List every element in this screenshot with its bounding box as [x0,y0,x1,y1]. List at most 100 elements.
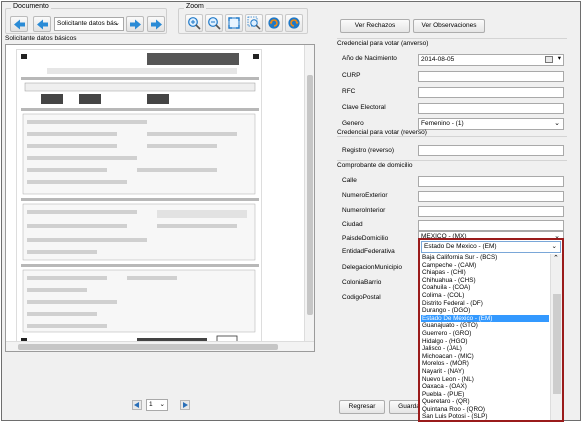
viewer-horizontal-scrollbar[interactable] [6,341,314,351]
dropdown-option[interactable]: Baja California Sur - (BCS) [421,254,549,262]
zoom-label: Zoom [184,3,206,10]
dropdown-option[interactable]: Quintana Roo - (QRO) [421,406,549,414]
rfc-field[interactable] [418,87,564,98]
triangle-left-icon [134,402,139,408]
dropdown-option[interactable]: Jalisco - (JAL) [421,345,549,353]
field-label: DelegacionMunicipio [342,264,402,271]
dropdown-scrollbar[interactable]: ⌃ [550,254,562,420]
last-document-button[interactable] [147,16,165,32]
viewer-vertical-scrollbar[interactable] [304,45,314,351]
first-document-button[interactable] [10,16,28,32]
dropdown-option[interactable]: Chihuahua - (CHS) [421,277,549,285]
arrow-right-icon [150,19,162,29]
field-label: Año de Nacimiento [342,55,397,62]
divider [337,160,567,161]
genero-select[interactable]: Femenino - (1) ⌄ [418,118,564,130]
credencial-anverso-title: Credencial para votar (anverso) [337,40,429,47]
scanned-form-illustration [21,53,259,345]
dropdown-option[interactable]: Campeche - (CAM) [421,262,549,270]
scrollbar-thumb[interactable] [553,294,561,394]
arrow-left-icon [13,19,25,29]
dropdown-option[interactable]: Nayarit - (NAY) [421,368,549,376]
entidad-federativa-dropdown[interactable]: Estado De Mexico - (EM) ⌄ Baja Californi… [418,238,564,422]
dropdown-option[interactable]: Hidalgo - (HGO) [421,338,549,346]
divider [337,136,567,137]
document-select-value: Solicitante datos bás [57,20,117,27]
scrollbar-thumb[interactable] [18,344,278,350]
dropdown-option[interactable]: San Luis Potosi - (SLP) [421,413,549,420]
document-viewer[interactable] [5,44,315,352]
dropdown-option[interactable]: Coahuila - (COA) [421,284,549,292]
page-select[interactable]: 1 ⌄ [146,399,168,411]
curp-field[interactable] [418,71,564,82]
zoom-out-button[interactable] [205,14,223,32]
fecha-nacimiento-picker[interactable]: 2014-08-05 ▾ [418,54,564,66]
field-label: NumeroExterior [342,192,388,199]
zoom-selection-icon [247,16,261,30]
ver-rechazos-button[interactable]: Ver Rechazos [340,19,410,33]
rotate-left-button[interactable] [265,14,283,32]
calendar-icon[interactable] [545,56,553,63]
dropdown-option[interactable]: Guanajuato - (GTO) [421,322,549,330]
field-label: Calle [342,177,357,184]
arrow-right-icon [129,19,141,29]
next-page-button[interactable] [180,400,190,410]
documento-label: Documento [11,3,51,10]
chevron-up-icon[interactable]: ⌃ [553,254,559,262]
rotate-right-button[interactable] [285,14,303,32]
app-window: Documento Solicitante datos bás ⌄ Zoom S… [1,1,581,422]
arrow-left-icon [36,19,48,29]
previous-page-button[interactable] [132,400,142,410]
rotate-right-icon [288,17,300,29]
field-label: Registro (reverso) [342,147,395,154]
zoom-in-icon [188,17,201,30]
field-label: PaisdeDomicilio [342,235,389,242]
clave-electoral-field[interactable] [418,103,564,114]
calle-field[interactable] [418,176,564,187]
dropdown-option[interactable]: Distrito Federal - (DF) [421,300,549,308]
page-select-value: 1 [149,401,153,408]
zoom-in-button[interactable] [185,14,203,32]
field-value: 2014-08-05 [421,56,455,63]
zoom-out-icon [208,17,221,30]
numero-interior-field[interactable] [418,206,564,217]
ciudad-field[interactable] [418,220,564,231]
zoom-selection-button[interactable] [245,14,263,32]
field-label: Clave Electoral [342,104,386,111]
numero-exterior-field[interactable] [418,191,564,202]
fit-page-button[interactable] [225,14,243,32]
dropdown-option[interactable]: Puebla - (PUE) [421,391,549,399]
dropdown-option[interactable]: Oaxaca - (OAX) [421,383,549,391]
fit-page-icon [228,17,240,29]
document-select[interactable]: Solicitante datos bás ⌄ [54,17,124,31]
regresar-button[interactable]: Regresar [339,400,385,414]
previous-document-button[interactable] [33,16,51,32]
field-label: EntidadFederativa [342,248,395,255]
ver-observaciones-button[interactable]: Ver Observaciones [413,19,485,33]
dropdown-option[interactable]: Colima - (COL) [421,292,549,300]
field-label: RFC [342,88,356,95]
registro-reverso-field[interactable] [418,145,564,156]
dropdown-option[interactable]: Guerrero - (GRO) [421,330,549,338]
rotate-left-icon [268,17,280,29]
dropdown-option[interactable]: Estado De Mexico - (EM) [421,314,549,323]
chevron-down-icon: ⌄ [551,243,557,250]
dropdown-option[interactable]: Michoacan - (MIC) [421,353,549,361]
next-document-button[interactable] [126,16,144,32]
dropdown-option[interactable]: Durango - (DGO) [421,307,549,315]
entidad-options-list[interactable]: Baja California Sur - (BCS) Campeche - (C… [421,254,549,420]
entidad-federativa-select[interactable]: Estado De Mexico - (EM) ⌄ [421,241,561,253]
scanned-document-image [16,49,262,349]
field-label: ColoniaBarrio [342,279,382,286]
dropdown-option[interactable]: Queretaro - (QR) [421,398,549,406]
field-label: CURP [342,72,361,79]
field-label: CodigoPostal [342,294,381,301]
chevron-down-icon: ⌄ [159,401,165,408]
panel-title: Solicitante datos básicos [5,35,77,42]
dropdown-option[interactable]: Morelos - (MOR) [421,360,549,368]
dropdown-option[interactable]: Nuevo Leon - (NL) [421,376,549,384]
field-value: Estado De Mexico - (EM) [424,243,497,250]
scrollbar-thumb[interactable] [307,75,313,315]
dropdown-option[interactable]: Chiapas - (CHI) [421,269,549,277]
field-value: Femenino - (1) [421,120,464,127]
